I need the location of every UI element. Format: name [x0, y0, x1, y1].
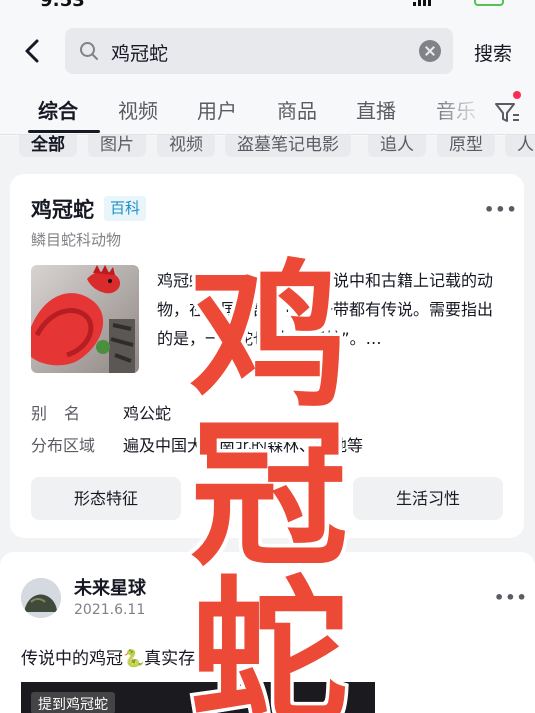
- chip-tomb-notes-movie[interactable]: 盗墓笔记电影: [225, 135, 351, 157]
- field-alias-value: 鸡公蛇: [123, 404, 172, 423]
- baike-badge: 百科: [104, 196, 147, 221]
- avatar[interactable]: [21, 578, 61, 618]
- status-bar: 9:53: [0, 0, 535, 14]
- tab-user[interactable]: 用户: [197, 95, 237, 124]
- search-input[interactable]: 鸡冠蛇: [65, 28, 453, 74]
- chip-all[interactable]: 全部: [19, 135, 77, 157]
- battery-icon: [474, 0, 504, 6]
- chip-prototype[interactable]: 原型: [437, 135, 495, 157]
- baike-subtitle: 鳞目蛇科动物: [31, 231, 122, 249]
- field-distribution-value: 遍及中国大江南北的森林、墓地等: [123, 436, 364, 455]
- habits-button[interactable]: 生活习性: [353, 477, 503, 520]
- search-button[interactable]: 搜索: [474, 39, 512, 66]
- search-query: 鸡冠蛇: [111, 43, 169, 65]
- search-tabs: 综合 视频 用户 商品 直播 音乐: [0, 84, 535, 136]
- status-time: 9:53: [40, 0, 85, 11]
- chip-video[interactable]: 视频: [157, 135, 215, 157]
- field-alias-key: 别名: [31, 404, 98, 423]
- tabs-fade: [426, 84, 486, 136]
- tab-video[interactable]: 视频: [118, 95, 158, 124]
- post-date: 2021.6.11: [74, 602, 146, 618]
- video-thumbnail[interactable]: 提到鸡冠蛇: [21, 682, 375, 713]
- tab-comprehensive[interactable]: 综合: [38, 95, 78, 124]
- field-alias: 别名 鸡公蛇: [31, 400, 171, 424]
- search-header: 鸡冠蛇 搜索: [0, 14, 535, 84]
- signal-icon: [413, 0, 433, 6]
- chip-images[interactable]: 图片: [88, 135, 146, 157]
- chip-person[interactable]: 人: [505, 135, 535, 157]
- filter-chips: 全部 图片 视频 盗墓笔记电影 追人 原型 人: [0, 135, 535, 160]
- post-text: 传说中的鸡冠🐍真实存在: [21, 649, 213, 669]
- chevron-left-icon: [25, 39, 39, 63]
- video-tag: 提到鸡冠蛇: [31, 692, 115, 713]
- search-icon: [80, 42, 98, 60]
- baike-card[interactable]: 鸡冠蛇 百科 ••• 鳞目蛇科动物 鸡冠蛇是中国一种民间传说中和古籍上记载的动物…: [10, 174, 524, 538]
- tab-live[interactable]: 直播: [356, 95, 396, 124]
- clear-icon[interactable]: [419, 40, 441, 62]
- snake-image[interactable]: [31, 265, 139, 373]
- video-post[interactable]: 未来星球 2021.6.11 ••• 传说中的鸡冠🐍真实存在 提到鸡冠蛇: [0, 552, 535, 713]
- back-button[interactable]: [18, 36, 48, 66]
- more-icon[interactable]: •••: [494, 588, 528, 607]
- baike-description: 鸡冠蛇是中国一种民间传说中和古籍上记载的动物，在中国东部、南部一带都有传说。需要…: [157, 271, 494, 348]
- more-icon[interactable]: •••: [484, 200, 518, 219]
- field-distribution: 分布区域 遍及中国大江南北的森林、墓地等: [31, 432, 363, 456]
- filter-icon[interactable]: [492, 97, 522, 127]
- morphology-button[interactable]: 形态特征: [31, 477, 181, 520]
- tab-goods[interactable]: 商品: [277, 95, 317, 124]
- post-author[interactable]: 未来星球: [74, 574, 146, 600]
- field-distribution-key: 分布区域: [31, 436, 96, 455]
- chip-chase[interactable]: 追人: [368, 135, 426, 157]
- notification-dot: [513, 91, 521, 99]
- active-tab-indicator: [28, 130, 100, 133]
- baike-title: 鸡冠蛇: [31, 198, 94, 222]
